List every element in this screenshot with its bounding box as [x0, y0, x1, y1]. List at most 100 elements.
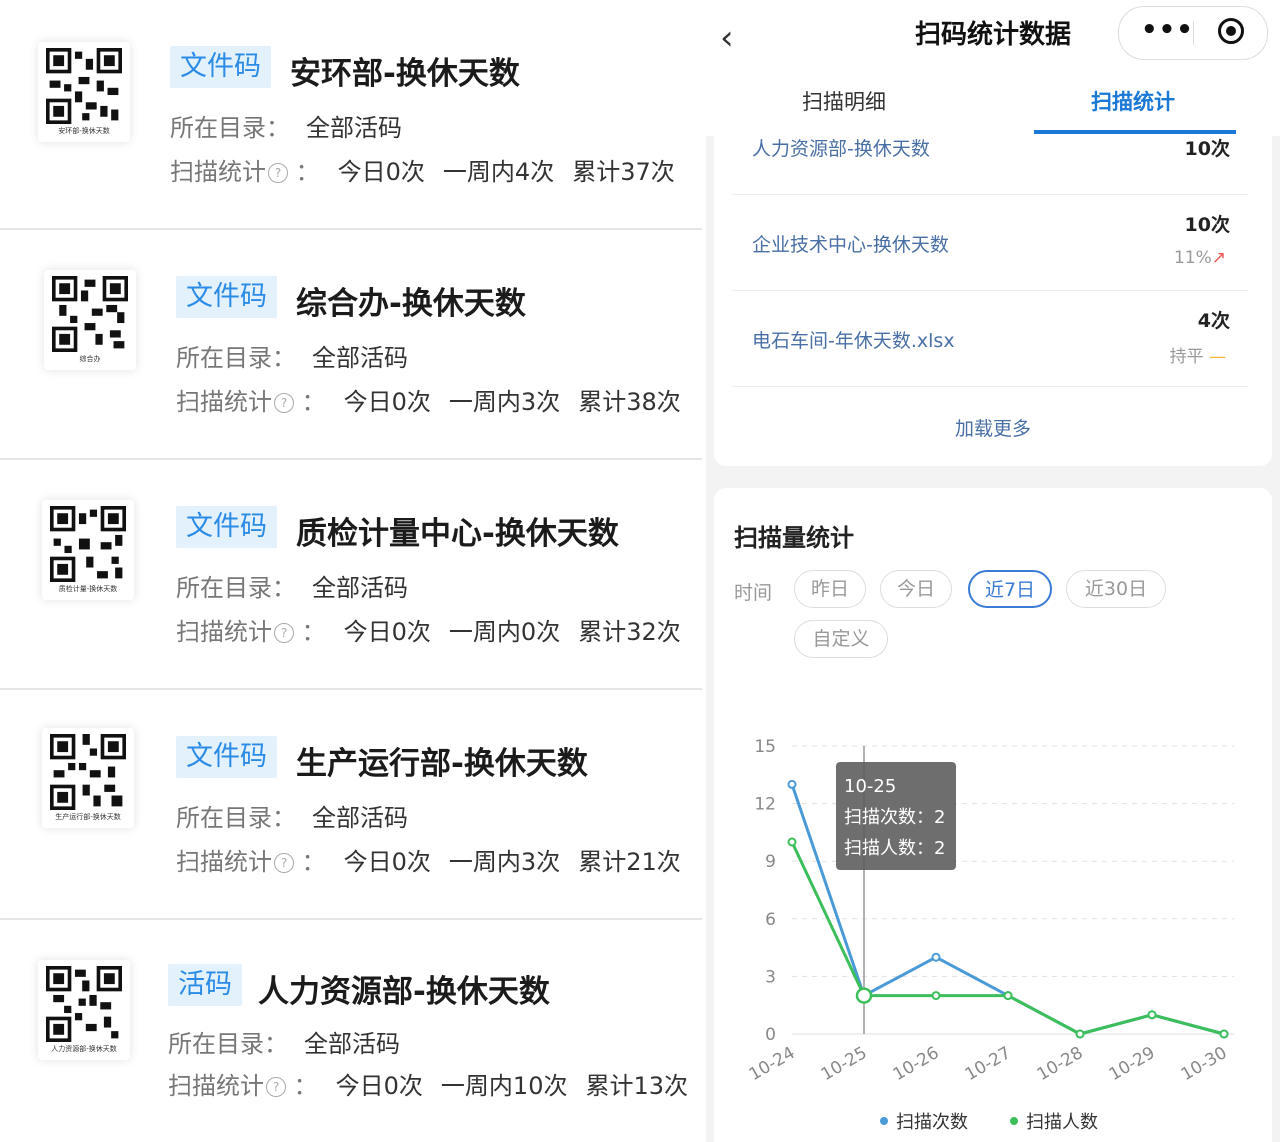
- directory-row: 所在目录： 全部活码: [176, 798, 408, 833]
- help-icon[interactable]: ?: [274, 853, 294, 873]
- x-tick-label: 10-30: [1178, 1043, 1231, 1085]
- stats-label: 扫描统计: [168, 1072, 264, 1100]
- qr-code-icon: [46, 966, 122, 1042]
- code-card[interactable]: 生产运行部-换休天数 文件码 生产运行部-换休天数 所在目录： 全部活码 扫描统计…: [0, 690, 702, 920]
- data-point: [1219, 1029, 1229, 1039]
- item-count: 10次: [1184, 138, 1230, 160]
- stats-row: 扫描统计? ：今日0次 一周内3次 累计21次: [176, 848, 681, 876]
- legend-item[interactable]: 扫描次数: [880, 1108, 968, 1134]
- stat-total: 累计21次: [578, 848, 681, 876]
- mini-program-capsule: •••: [1118, 6, 1268, 60]
- tooltip-text: 10-25: [844, 776, 896, 797]
- stats-label: 扫描统计: [176, 618, 272, 646]
- directory-row: 所在目录： 全部活码: [176, 568, 408, 603]
- qr-thumbnail[interactable]: 安环部-换休天数: [38, 42, 130, 142]
- code-type-tag: 文件码: [176, 736, 277, 778]
- directory-label: 所在目录：: [176, 344, 296, 372]
- data-point: [1075, 1029, 1085, 1039]
- list-item[interactable]: 企业技术中心-换休天数 10次 11%↗: [732, 194, 1248, 291]
- directory-label: 所在目录：: [170, 114, 290, 142]
- item-count: 4次: [1197, 310, 1230, 332]
- directory-value: 全部活码: [312, 344, 408, 372]
- scan-ranking-list: 人力资源部-换休天数 10次 企业技术中心-换休天数 10次 11%↗ 电石车间…: [714, 136, 1272, 466]
- series-line: [790, 841, 1225, 1036]
- stats-label: 扫描统计: [176, 848, 272, 876]
- stats-row: 扫描统计? ：今日0次 一周内10次 累计13次: [168, 1072, 689, 1100]
- data-point: [787, 779, 797, 789]
- tooltip-text: 扫描次数：2: [844, 807, 945, 828]
- stat-today: 今日0次: [343, 848, 431, 876]
- qr-code-icon: [46, 48, 122, 124]
- tab-scan-stats[interactable]: 扫描统计: [1091, 86, 1175, 116]
- stat-week: 一周内0次: [448, 618, 561, 646]
- help-icon[interactable]: ?: [274, 623, 294, 643]
- help-icon[interactable]: ?: [266, 1077, 286, 1097]
- stats-label: 扫描统计: [176, 388, 272, 416]
- x-tick-label: 10-26: [890, 1043, 943, 1085]
- tab-scan-detail[interactable]: 扫描明细: [802, 86, 886, 116]
- code-title[interactable]: 生产运行部-换休天数: [296, 738, 588, 783]
- code-title[interactable]: 质检计量中心-换休天数: [296, 508, 619, 553]
- data-point: [787, 837, 797, 847]
- y-tick-label: 3: [765, 967, 776, 987]
- code-card[interactable]: 综合办 文件码 综合办-换休天数 所在目录： 全部活码 扫描统计? ：今日0次 一周…: [0, 230, 702, 460]
- qr-thumbnail[interactable]: 综合办: [44, 270, 136, 370]
- directory-label: 所在目录：: [176, 804, 296, 832]
- close-target-icon[interactable]: [1218, 18, 1244, 44]
- x-tick-label: 10-29: [1106, 1043, 1159, 1085]
- code-card[interactable]: 人力资源部-换休天数 活码 人力资源部-换休天数 所在目录： 全部活码 扫描统计?…: [0, 920, 702, 1142]
- qr-code-icon: [50, 734, 126, 810]
- qr-thumbnail[interactable]: 人力资源部-换休天数: [38, 960, 130, 1060]
- y-tick-label: 6: [765, 910, 776, 930]
- y-tick-label: 12: [754, 795, 776, 815]
- code-card[interactable]: 质检计量-换休天数 文件码 质检计量中心-换休天数 所在目录： 全部活码 扫描统计…: [0, 460, 702, 690]
- qr-thumbnail[interactable]: 质检计量-换休天数: [42, 500, 134, 600]
- stats-row: 扫描统计? ：今日0次 一周内0次 累计32次: [176, 618, 681, 646]
- scan-line-chart[interactable]: 0 3 6 9 12 15 10-24 10-25 10-26 10-27 10-28 10-29 10…: [714, 488, 1272, 1128]
- directory-label: 所在目录：: [168, 1030, 288, 1058]
- load-more-button[interactable]: 加载更多: [714, 414, 1272, 441]
- list-item[interactable]: 人力资源部-换休天数 10次: [732, 136, 1248, 195]
- code-title[interactable]: 人力资源部-换休天数: [258, 966, 550, 1011]
- list-item[interactable]: 电石车间-年休天数.xlsx 4次 持平 —: [732, 290, 1248, 387]
- y-tick-label: 0: [765, 1025, 776, 1045]
- item-trend: 11%↗: [1174, 248, 1226, 268]
- legend-item[interactable]: 扫描人数: [1010, 1108, 1098, 1134]
- data-point: [1147, 1010, 1157, 1020]
- qr-caption: 生产运行部-换休天数: [55, 813, 121, 821]
- y-tick-label: 15: [754, 737, 776, 757]
- qr-caption: 安环部-换休天数: [58, 127, 110, 135]
- directory-value: 全部活码: [312, 804, 408, 832]
- trend-value: 持平: [1169, 347, 1204, 367]
- code-type-tag: 文件码: [176, 506, 277, 548]
- help-icon[interactable]: ?: [274, 393, 294, 413]
- stat-week: 一周内3次: [448, 388, 561, 416]
- code-card[interactable]: 安环部-换休天数 文件码 安环部-换休天数 所在目录： 全部活码 扫描统计? ：今…: [0, 0, 702, 230]
- y-tick-label: 9: [765, 852, 776, 872]
- stats-page: ‹ 扫码统计数据 ••• 扫描明细 扫描统计 人力资源部-换休天数 10次 企业…: [706, 0, 1280, 1142]
- qr-caption: 质检计量-换休天数: [58, 585, 118, 593]
- stat-week: 一周内4次: [442, 158, 555, 186]
- legend-dot-icon: [880, 1117, 888, 1125]
- stat-total: 累计38次: [578, 388, 681, 416]
- stat-today: 今日0次: [335, 1072, 423, 1100]
- stat-today: 今日0次: [337, 158, 425, 186]
- code-type-tag: 活码: [168, 964, 242, 1006]
- stat-today: 今日0次: [343, 618, 431, 646]
- highlight-point: [855, 987, 873, 1004]
- stats-row: 扫描统计? ：今日0次 一周内3次 累计38次: [176, 388, 681, 416]
- directory-label: 所在目录：: [176, 574, 296, 602]
- x-tick-label: 10-25: [818, 1043, 871, 1085]
- more-icon[interactable]: •••: [1141, 15, 1194, 45]
- legend-label: 扫描次数: [896, 1112, 968, 1133]
- help-icon[interactable]: ?: [268, 163, 288, 183]
- code-title[interactable]: 综合办-换休天数: [296, 278, 526, 323]
- code-list: 安环部-换休天数 文件码 安环部-换休天数 所在目录： 全部活码 扫描统计? ：今…: [0, 0, 706, 1142]
- capsule-divider: [1193, 21, 1194, 45]
- code-title[interactable]: 安环部-换休天数: [290, 48, 520, 93]
- directory-value: 全部活码: [306, 114, 402, 142]
- qr-code-icon: [52, 276, 128, 352]
- stats-row: 扫描统计? ：今日0次 一周内4次 累计37次: [170, 158, 675, 186]
- stat-week: 一周内10次: [440, 1072, 568, 1100]
- qr-thumbnail[interactable]: 生产运行部-换休天数: [42, 728, 134, 828]
